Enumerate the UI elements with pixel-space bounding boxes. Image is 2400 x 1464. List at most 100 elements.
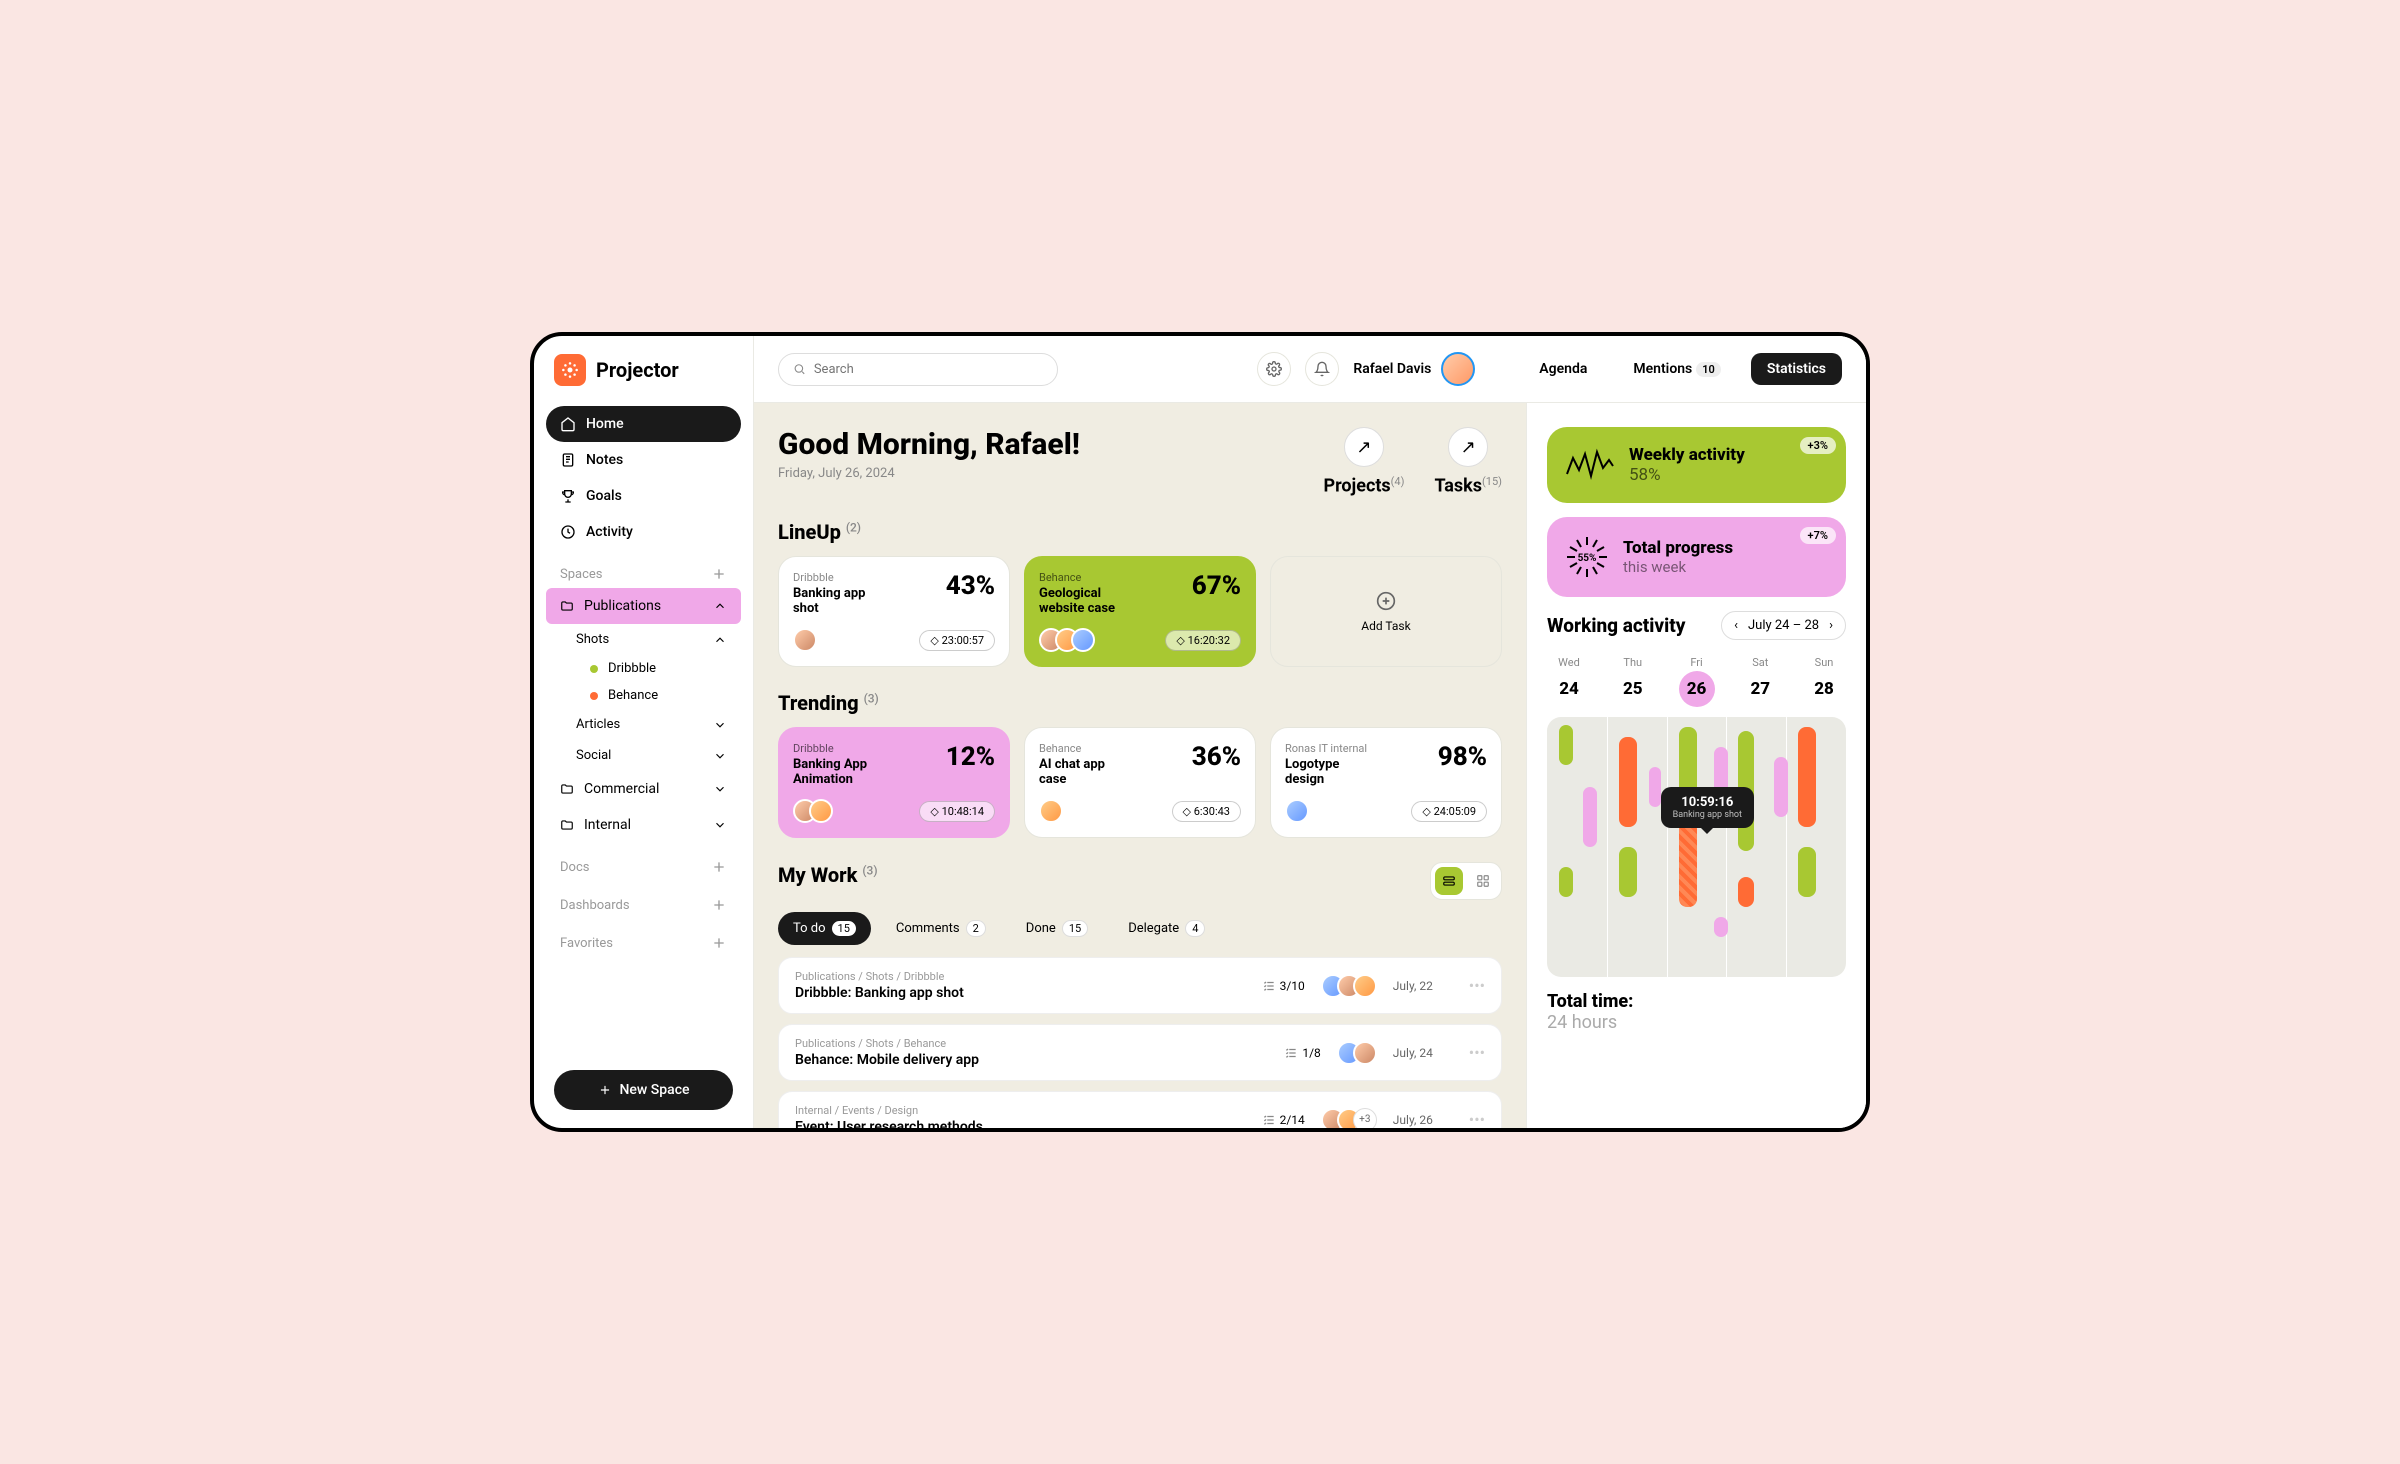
tab-statistics[interactable]: Statistics bbox=[1751, 353, 1842, 385]
sidebar-publications[interactable]: Publications bbox=[546, 588, 741, 624]
content: Good Morning, Rafael! Friday, July 26, 2… bbox=[754, 403, 1866, 1128]
checklist-icon bbox=[1262, 979, 1276, 993]
plus-icon[interactable] bbox=[711, 566, 727, 582]
new-space-button[interactable]: New Space bbox=[554, 1070, 733, 1110]
sidebar-shots[interactable]: Shots bbox=[546, 624, 741, 655]
lineup-title: LineUp (2) bbox=[778, 520, 1502, 544]
tab-mentions[interactable]: Mentions10 bbox=[1617, 353, 1736, 385]
grid-icon bbox=[1476, 874, 1490, 888]
chevron-down-icon bbox=[713, 718, 727, 732]
day[interactable]: Sat27 bbox=[1738, 656, 1782, 707]
chevron-up-icon bbox=[713, 633, 727, 647]
chevron-up-icon bbox=[713, 599, 727, 613]
section-docs[interactable]: Docs bbox=[546, 843, 741, 881]
dot-icon bbox=[590, 665, 598, 673]
delta-badge: +7% bbox=[1800, 527, 1836, 544]
avatars bbox=[1285, 799, 1309, 823]
task-row[interactable]: Internal / Events / DesignEvent: User re… bbox=[778, 1091, 1502, 1128]
view-grid-button[interactable] bbox=[1469, 867, 1497, 895]
sidebar-behance[interactable]: Behance bbox=[546, 682, 741, 709]
nav-goals[interactable]: Goals bbox=[546, 478, 741, 514]
trending-card[interactable]: DribbbleBanking App Animation12% ◇ 10:48… bbox=[778, 727, 1010, 838]
task-row[interactable]: Publications / Shots / DribbbleDribbble:… bbox=[778, 957, 1502, 1014]
home-icon bbox=[560, 416, 576, 432]
logo-icon bbox=[554, 354, 586, 386]
settings-button[interactable] bbox=[1257, 352, 1291, 386]
chevron-left-icon[interactable]: ‹ bbox=[1734, 618, 1738, 633]
sidebar-articles[interactable]: Articles bbox=[546, 709, 741, 740]
mywork-tab-todo[interactable]: To do15 bbox=[778, 912, 871, 945]
mywork-tab-comments[interactable]: Comments2 bbox=[881, 912, 1001, 945]
plus-icon[interactable] bbox=[711, 859, 727, 875]
chevron-right-icon[interactable]: › bbox=[1829, 618, 1833, 633]
sidebar-commercial[interactable]: Commercial bbox=[546, 771, 741, 807]
working-activity-title: Working activity bbox=[1547, 614, 1685, 637]
search-input[interactable] bbox=[814, 362, 1043, 377]
timeline-tooltip: 10:59:16 Banking app shot bbox=[1661, 787, 1754, 828]
chevron-down-icon bbox=[713, 749, 727, 763]
more-button[interactable]: ••• bbox=[1469, 1110, 1485, 1128]
folder-icon bbox=[560, 782, 574, 796]
add-task-button[interactable]: Add Task bbox=[1270, 556, 1502, 667]
lineup-card[interactable]: DribbbleBanking app shot43% ◇ 23:00:57 bbox=[778, 556, 1010, 667]
chevron-down-icon bbox=[713, 782, 727, 796]
task-progress: 3/10 bbox=[1262, 979, 1305, 993]
day[interactable]: Fri26 bbox=[1675, 656, 1719, 707]
notes-icon bbox=[560, 452, 576, 468]
date-range-picker[interactable]: ‹ July 24 – 28 › bbox=[1721, 611, 1846, 640]
task-row[interactable]: Publications / Shots / BehanceBehance: M… bbox=[778, 1024, 1502, 1081]
quickstat-tasks[interactable]: ↗ Tasks(15) bbox=[1434, 427, 1502, 496]
trending-title: Trending (3) bbox=[778, 691, 1502, 715]
tab-agenda[interactable]: Agenda bbox=[1523, 353, 1603, 385]
more-button[interactable]: ••• bbox=[1469, 1043, 1485, 1062]
avatars bbox=[1337, 1041, 1377, 1065]
weekly-activity-card[interactable]: +3% Weekly activity58% bbox=[1547, 427, 1846, 503]
more-button[interactable]: ••• bbox=[1469, 976, 1485, 995]
day[interactable]: Thu25 bbox=[1611, 656, 1655, 707]
timer: ◇ 24:05:09 bbox=[1411, 801, 1487, 822]
lineup-card[interactable]: BehanceGeological website case67% ◇ 16:2… bbox=[1024, 556, 1256, 667]
svg-text:55%: 55% bbox=[1578, 553, 1597, 564]
sidebar-internal[interactable]: Internal bbox=[546, 807, 741, 843]
day-picker: Wed24 Thu25 Fri26 Sat27 Sun28 bbox=[1547, 656, 1846, 707]
timer: ◇ 23:00:57 bbox=[919, 630, 995, 651]
nav-activity[interactable]: Activity bbox=[546, 514, 741, 550]
avatars bbox=[793, 799, 833, 823]
day[interactable]: Sun28 bbox=[1802, 656, 1846, 707]
nav-home[interactable]: Home bbox=[546, 406, 741, 442]
app-name: Projector bbox=[596, 358, 679, 382]
arrow-icon: ↗ bbox=[1344, 427, 1384, 467]
total-progress-card[interactable]: +7% 55% Total progressthis week bbox=[1547, 517, 1846, 597]
folder-icon bbox=[560, 818, 574, 832]
mywork-tab-done[interactable]: Done15 bbox=[1011, 912, 1103, 945]
total-time: Total time: 24 hours bbox=[1547, 991, 1846, 1033]
trophy-icon bbox=[560, 488, 576, 504]
trending-card[interactable]: Ronas IT internalLogotype design98% ◇ 24… bbox=[1270, 727, 1502, 838]
sidebar-social[interactable]: Social bbox=[546, 740, 741, 771]
clock-icon bbox=[560, 524, 576, 540]
right-column: +3% Weekly activity58% +7% 55% Total pro… bbox=[1526, 403, 1866, 1128]
checklist-icon bbox=[1262, 1113, 1276, 1127]
mywork-tab-delegate[interactable]: Delegate4 bbox=[1113, 912, 1220, 945]
folder-icon bbox=[560, 599, 574, 613]
plus-icon bbox=[598, 1083, 612, 1097]
user-menu[interactable]: Rafael Davis bbox=[1353, 352, 1475, 386]
nav-notes[interactable]: Notes bbox=[546, 442, 741, 478]
greeting-title: Good Morning, Rafael! bbox=[778, 427, 1080, 462]
search-box[interactable] bbox=[778, 353, 1058, 386]
quickstat-projects[interactable]: ↗ Projects(4) bbox=[1323, 427, 1404, 496]
dot-icon bbox=[590, 692, 598, 700]
trending-card[interactable]: BehanceAI chat app case36% ◇ 6:30:43 bbox=[1024, 727, 1256, 838]
notifications-button[interactable] bbox=[1305, 352, 1339, 386]
timer: ◇ 10:48:14 bbox=[919, 801, 995, 822]
view-list-button[interactable] bbox=[1435, 867, 1463, 895]
plus-icon[interactable] bbox=[711, 897, 727, 913]
plus-icon[interactable] bbox=[711, 935, 727, 951]
section-dashboards[interactable]: Dashboards bbox=[546, 881, 741, 919]
user-avatar bbox=[1441, 352, 1475, 386]
day[interactable]: Wed24 bbox=[1547, 656, 1591, 707]
checklist-icon bbox=[1284, 1046, 1298, 1060]
sidebar-dribbble[interactable]: Dribbble bbox=[546, 655, 741, 682]
task-progress: 1/8 bbox=[1284, 1046, 1320, 1060]
section-favorites[interactable]: Favorites bbox=[546, 919, 741, 957]
